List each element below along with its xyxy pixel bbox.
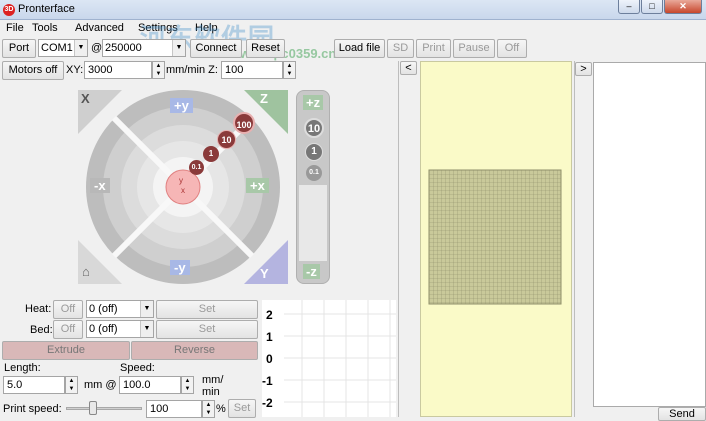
menu-bar: File Tools Advanced Settings Help: [0, 20, 706, 38]
z-feedrate-input[interactable]: 100: [221, 61, 283, 79]
jog-minus-z[interactable]: -z: [303, 264, 320, 279]
reset-button[interactable]: Reset: [246, 39, 285, 58]
bed-label: Bed:: [30, 324, 53, 336]
chevron-down-icon: ▼: [74, 40, 87, 56]
graph-y-tick: -2: [262, 396, 273, 410]
z-step-1[interactable]: 1: [305, 143, 323, 161]
build-plate-preview[interactable]: [420, 61, 572, 417]
extrude-button[interactable]: Extrude: [2, 341, 130, 360]
xy-label: XY:: [66, 64, 84, 76]
graph-y-tick: 0: [266, 352, 273, 366]
port-select[interactable]: COM1 ▼: [38, 39, 88, 57]
motors-off-button[interactable]: Motors off: [2, 61, 64, 80]
heat-label: Heat:: [25, 303, 52, 315]
heat-value: 0 (off): [89, 303, 118, 315]
print-speed-slider-thumb[interactable]: [89, 401, 97, 415]
app-icon: 3D: [3, 4, 15, 16]
reverse-button[interactable]: Reverse: [131, 341, 258, 360]
pause-button[interactable]: Pause: [453, 39, 495, 58]
jog-step-0-1[interactable]: 0.1: [189, 160, 204, 175]
bed-off-button[interactable]: Off: [53, 320, 83, 339]
jog-plus-y[interactable]: +y: [170, 98, 193, 113]
mm-min-label-top: mm/: [202, 374, 224, 386]
load-file-button[interactable]: Load file: [334, 39, 385, 58]
graph-y-tick: 1: [266, 330, 273, 344]
jog-plus-x[interactable]: +x: [246, 178, 269, 193]
print-speed-label: Print speed:: [3, 403, 62, 415]
bed-set-button[interactable]: Set: [156, 320, 258, 339]
port-value: COM1: [41, 42, 73, 54]
print-speed-slider[interactable]: [66, 407, 142, 410]
panel-divider[interactable]: [398, 61, 399, 417]
print-speed-set-button[interactable]: Set: [228, 399, 256, 418]
graph-y-tick: -1: [262, 374, 273, 388]
bed-value: 0 (off): [89, 323, 118, 335]
jog-step-1[interactable]: 1: [203, 146, 219, 162]
graph-grid: [284, 300, 396, 417]
baud-select[interactable]: 250000 ▼: [102, 39, 186, 57]
mm-min-label-bottom: min: [202, 386, 220, 398]
baud-at-label: @: [91, 42, 103, 54]
menu-advanced[interactable]: Advanced: [75, 22, 124, 34]
extrude-speed-stepper[interactable]: ▲ ▼: [181, 376, 194, 394]
collapse-right-button[interactable]: >: [575, 62, 592, 76]
percent-label: %: [216, 403, 226, 415]
window-title: Pronterface: [18, 3, 75, 15]
length-stepper[interactable]: ▲ ▼: [65, 376, 78, 394]
title-bar: 3D Pronterface – □ ✕: [0, 0, 706, 20]
xy-feedrate-stepper[interactable]: ▲ ▼: [152, 61, 165, 79]
graph-y-tick: 2: [266, 308, 273, 322]
minimize-button[interactable]: –: [618, 0, 640, 14]
center-x-label: x: [181, 186, 185, 195]
jog-step-10[interactable]: 10: [217, 130, 236, 149]
panel-divider[interactable]: [574, 61, 575, 417]
temperature-graph: 2 1 0 -1 -2: [262, 300, 396, 417]
z-jog-track: [299, 185, 327, 261]
home-z-label[interactable]: Z: [260, 91, 268, 106]
chevron-down-icon: ▼: [140, 301, 153, 317]
jog-plus-z[interactable]: +z: [303, 95, 324, 110]
xy-jog-control[interactable]: X Z Y ⌂ +y -y -x +x 100 10 1 0.1 y x: [76, 88, 290, 286]
length-input[interactable]: 5.0: [3, 376, 65, 394]
heat-select[interactable]: 0 (off) ▼: [86, 300, 154, 318]
chevron-down-icon: ▼: [172, 40, 185, 56]
bed-select[interactable]: 0 (off) ▼: [86, 320, 154, 338]
menu-tools[interactable]: Tools: [32, 22, 58, 34]
length-label: Length:: [4, 362, 41, 374]
console-log[interactable]: [593, 62, 706, 407]
maximize-button[interactable]: □: [641, 0, 663, 14]
print-bed-grid: [428, 169, 562, 305]
mm-at-label: mm @: [84, 379, 117, 391]
z-step-0-1[interactable]: 0.1: [306, 165, 322, 181]
jog-minus-x[interactable]: -x: [90, 178, 110, 193]
center-y-label: y: [179, 176, 183, 185]
xy-feedrate-input[interactable]: 3000: [84, 61, 152, 79]
sd-button[interactable]: SD: [387, 39, 414, 58]
feedrate-unit-label: mm/min Z:: [166, 64, 218, 76]
print-button[interactable]: Print: [416, 39, 451, 58]
jog-step-100[interactable]: 100: [233, 112, 255, 134]
send-button[interactable]: Send: [658, 407, 706, 421]
home-x-label[interactable]: X: [81, 91, 90, 106]
menu-file[interactable]: File: [6, 22, 24, 34]
heat-set-button[interactable]: Set: [156, 300, 258, 319]
z-step-10[interactable]: 10: [304, 118, 324, 138]
connect-button[interactable]: Connect: [190, 39, 242, 58]
print-speed-stepper[interactable]: ▲ ▼: [202, 400, 215, 418]
heat-off-button[interactable]: Off: [53, 300, 83, 319]
close-button[interactable]: ✕: [664, 0, 702, 14]
speed-label: Speed:: [120, 362, 155, 374]
z-jog-control[interactable]: +z 10 1 0.1 -z: [296, 90, 330, 284]
chevron-down-icon: ▼: [140, 321, 153, 337]
off-button[interactable]: Off: [497, 39, 527, 58]
home-y-label[interactable]: Y: [260, 266, 269, 281]
home-all-icon[interactable]: ⌂: [82, 264, 90, 279]
collapse-left-button[interactable]: <: [400, 61, 417, 75]
print-speed-input[interactable]: 100: [146, 400, 202, 418]
extrude-speed-input[interactable]: 100.0: [119, 376, 181, 394]
z-feedrate-stepper[interactable]: ▲ ▼: [283, 61, 296, 79]
jog-minus-y[interactable]: -y: [170, 260, 190, 275]
port-button[interactable]: Port: [2, 39, 36, 58]
baud-value: 250000: [105, 42, 142, 54]
